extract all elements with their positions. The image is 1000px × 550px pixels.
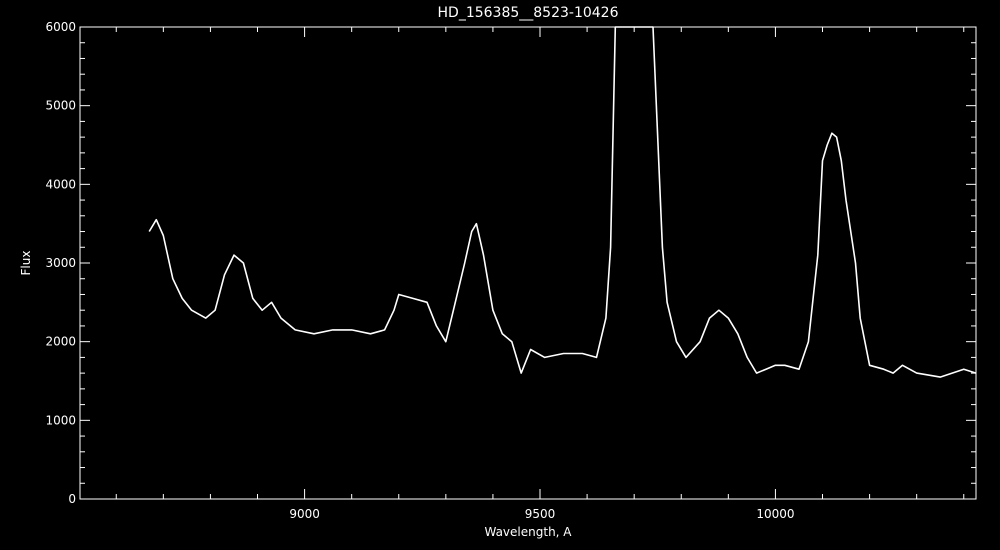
x-axis-label: Wavelength, A bbox=[484, 525, 572, 539]
tick-labels: 9000 9500 10000 0 1000 2000 3000 4000 5000 6000 bbox=[45, 20, 794, 521]
plot-frame bbox=[79, 26, 977, 500]
x-tick-label: 10000 bbox=[756, 507, 794, 521]
y-tick-label: 2000 bbox=[45, 335, 76, 349]
x-tick-label: 9500 bbox=[525, 507, 556, 521]
y-tick-label: 5000 bbox=[45, 99, 76, 113]
x-tick-label: 9000 bbox=[289, 507, 320, 521]
axis-ticks bbox=[80, 26, 976, 500]
spectrum-chart: HD_156385__8523-10426 Flux Wavelength, A… bbox=[19, 5, 977, 539]
series-line bbox=[148, 26, 977, 378]
series-layer bbox=[148, 26, 977, 378]
y-tick-label: 3000 bbox=[45, 256, 76, 270]
chart-title: HD_156385__8523-10426 bbox=[438, 5, 619, 21]
y-tick-label: 1000 bbox=[45, 413, 76, 427]
y-tick-label: 6000 bbox=[45, 20, 76, 34]
y-tick-label: 4000 bbox=[45, 177, 76, 191]
y-axis-label: Flux bbox=[19, 251, 33, 276]
y-tick-label: 0 bbox=[68, 492, 76, 506]
